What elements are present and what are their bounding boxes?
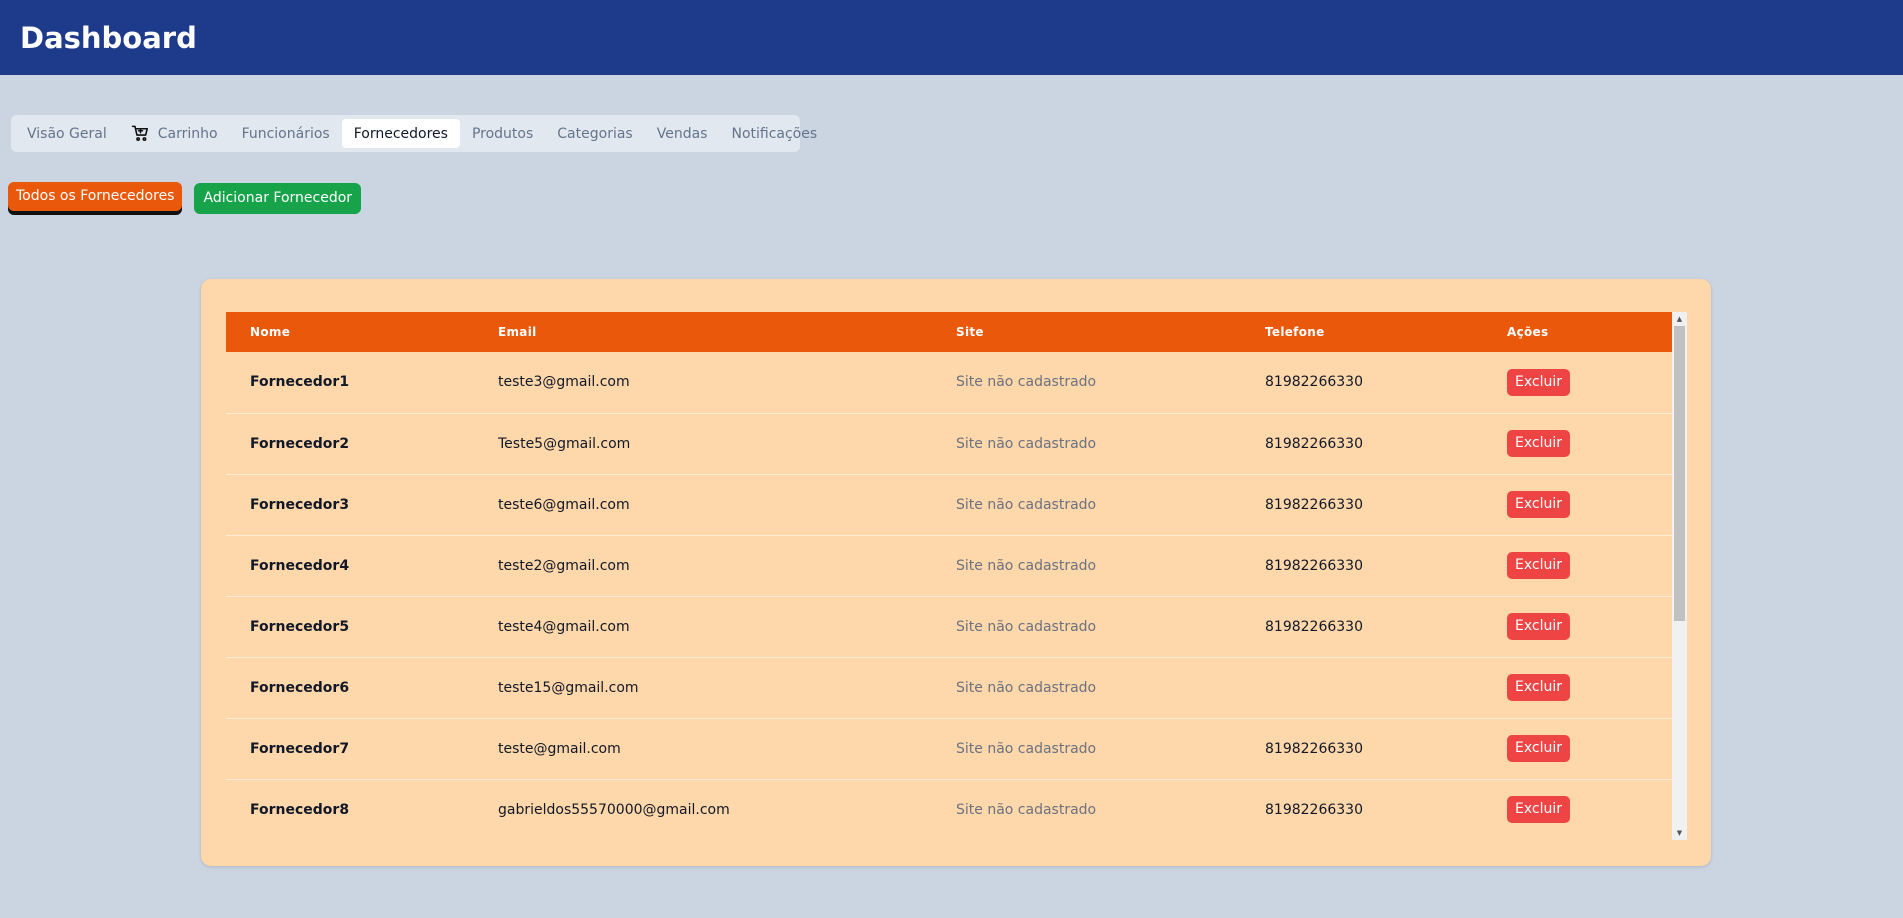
supplier-email: teste6@gmail.com [498, 496, 630, 513]
actions-cell: Excluir [1483, 596, 1672, 657]
tab-label: Produtos [471, 125, 534, 142]
actions-cell: Excluir [1483, 474, 1672, 535]
supplier-name: Fornecedor3 [250, 496, 350, 513]
tab-funcionarios[interactable]: Funcionários [230, 119, 342, 148]
actions-cell: Excluir [1483, 779, 1672, 840]
supplier-phone [1241, 657, 1483, 718]
supplier-site: Site não cadastrado [956, 496, 1097, 513]
supplier-email: teste15@gmail.com [498, 679, 639, 696]
tab-label: Vendas [656, 125, 708, 142]
tab-label: Carrinho [157, 125, 218, 142]
tab-label: Fornecedores [353, 125, 448, 142]
tab-bar: Visão Geral Carrinho Funcionários Fornec… [11, 115, 817, 152]
tab-label: Visão Geral [27, 125, 107, 142]
scroll-up-arrow-icon[interactable]: ▲ [1672, 312, 1687, 326]
tab-visao-geral[interactable]: Visão Geral [15, 119, 119, 148]
supplier-email: teste4@gmail.com [498, 618, 630, 635]
supplier-site: Site não cadastrado [956, 618, 1097, 635]
table-row: Fornecedor7 teste@gmail.com Site não cad… [226, 718, 1672, 779]
supplier-name: Fornecedor7 [250, 740, 350, 757]
table-row: Fornecedor3 teste6@gmail.com Site não ca… [226, 474, 1672, 535]
table-row: Fornecedor8 gabrieldos55570000@gmail.com… [226, 779, 1672, 840]
actions-cell: Excluir [1483, 657, 1672, 718]
supplier-site: Site não cadastrado [956, 740, 1097, 757]
delete-button[interactable]: Excluir [1507, 491, 1570, 518]
column-header-email: Email [498, 325, 537, 339]
supplier-name: Fornecedor1 [250, 374, 350, 391]
supplier-site: Site não cadastrado [956, 679, 1097, 696]
actions-cell: Excluir [1483, 413, 1672, 474]
table-row: Fornecedor1 teste3@gmail.com Site não ca… [226, 352, 1672, 413]
actions-cell: Excluir [1483, 535, 1672, 596]
supplier-name: Fornecedor6 [250, 679, 350, 696]
supplier-site: Site não cadastrado [956, 801, 1097, 818]
delete-button[interactable]: Excluir [1507, 796, 1570, 823]
supplier-email: teste3@gmail.com [498, 374, 630, 391]
supplier-phone: 81982266330 [1265, 435, 1363, 452]
supplier-phone: 81982266330 [1265, 801, 1363, 818]
delete-button[interactable]: Excluir [1507, 735, 1570, 762]
supplier-name: Fornecedor8 [250, 801, 350, 818]
supplier-site: Site não cadastrado [956, 374, 1097, 391]
tab-vendas[interactable]: Vendas [645, 119, 720, 148]
supplier-phone: 81982266330 [1265, 374, 1363, 391]
supplier-email: teste2@gmail.com [498, 557, 630, 574]
tab-produtos[interactable]: Produtos [460, 119, 545, 148]
supplier-name: Fornecedor5 [250, 618, 350, 635]
supplier-phone: 81982266330 [1265, 557, 1363, 574]
supplier-email: teste@gmail.com [498, 740, 621, 757]
delete-button[interactable]: Excluir [1507, 430, 1570, 457]
column-header-telefone: Telefone [1265, 325, 1325, 339]
supplier-site: Site não cadastrado [956, 435, 1097, 452]
column-header-nome: Nome [250, 325, 291, 339]
actions-cell: Excluir [1483, 352, 1672, 413]
suppliers-card: Nome Email Site Telefone Ações Fornecedo… [201, 279, 1711, 866]
scroll-down-arrow-icon[interactable]: ▼ [1672, 826, 1687, 840]
cart-icon [131, 124, 150, 143]
tab-carrinho[interactable]: Carrinho [119, 119, 230, 148]
app-header: Dashboard [0, 0, 1903, 75]
tab-notificacoes[interactable]: Notificações [719, 119, 829, 148]
add-supplier-button[interactable]: Adicionar Fornecedor [194, 183, 362, 214]
supplier-phone: 81982266330 [1265, 496, 1363, 513]
supplier-phone: 81982266330 [1265, 740, 1363, 757]
column-header-site: Site [956, 325, 984, 339]
supplier-name: Fornecedor4 [250, 557, 350, 574]
supplier-name: Fornecedor2 [250, 435, 350, 452]
suppliers-table: Nome Email Site Telefone Ações Fornecedo… [226, 312, 1672, 840]
actions-cell: Excluir [1483, 718, 1672, 779]
all-suppliers-button[interactable]: Todos os Fornecedores [8, 182, 183, 211]
supplier-email: gabrieldos55570000@gmail.com [498, 801, 730, 818]
tab-categorias[interactable]: Categorias [545, 119, 644, 148]
delete-button[interactable]: Excluir [1507, 674, 1570, 701]
supplier-email: Teste5@gmail.com [498, 435, 631, 452]
tab-label: Categorias [557, 125, 633, 142]
action-bar: Todos os Fornecedores Adicionar Forneced… [8, 182, 362, 214]
delete-button[interactable]: Excluir [1507, 613, 1570, 640]
delete-button[interactable]: Excluir [1507, 368, 1570, 396]
supplier-phone: 81982266330 [1265, 618, 1363, 635]
tab-fornecedores[interactable]: Fornecedores [341, 119, 460, 148]
table-scrollbar[interactable]: ▲ ▼ [1672, 312, 1687, 840]
table-row: Fornecedor6 teste15@gmail.com Site não c… [226, 657, 1672, 718]
table-row: Fornecedor2 Teste5@gmail.com Site não ca… [226, 413, 1672, 474]
scroll-thumb[interactable] [1674, 326, 1685, 621]
column-header-acoes: Ações [1507, 325, 1549, 339]
table-row: Fornecedor4 teste2@gmail.com Site não ca… [226, 535, 1672, 596]
page-title: Dashboard [20, 20, 197, 55]
table-header-row: Nome Email Site Telefone Ações [226, 312, 1672, 352]
table-row: Fornecedor5 teste4@gmail.com Site não ca… [226, 596, 1672, 657]
tab-label: Funcionários [241, 125, 330, 142]
delete-button[interactable]: Excluir [1507, 552, 1570, 579]
suppliers-table-container: Nome Email Site Telefone Ações Fornecedo… [226, 312, 1687, 840]
tab-label: Notificações [731, 125, 818, 142]
supplier-site: Site não cadastrado [956, 557, 1097, 574]
